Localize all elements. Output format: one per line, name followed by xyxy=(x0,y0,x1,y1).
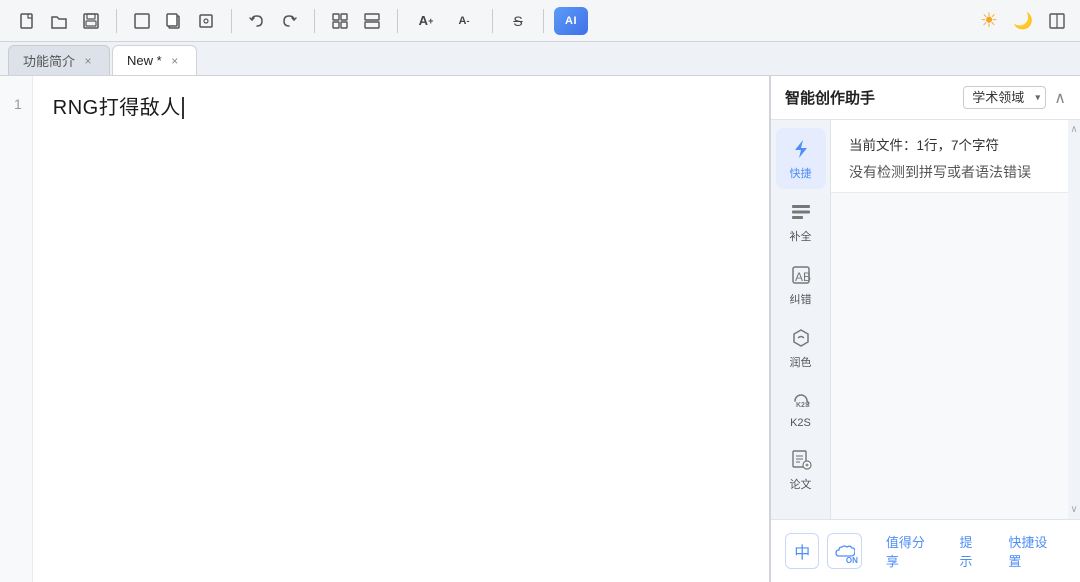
tab-intro-label: 功能简介 xyxy=(23,51,75,70)
layout-tools-group xyxy=(123,7,225,35)
tab-intro-close[interactable]: × xyxy=(81,54,95,68)
k2s-icon: K2S xyxy=(788,388,814,414)
scroll-up-arrow[interactable]: ∧ xyxy=(1070,120,1077,139)
sidebar-icon-paper-label: 论文 xyxy=(790,476,812,492)
grid-tools-group xyxy=(321,7,391,35)
divider-2 xyxy=(231,9,232,33)
divider-1 xyxy=(116,9,117,33)
divider-4 xyxy=(397,9,398,33)
crop-button[interactable] xyxy=(191,7,221,35)
side-icons-panel: 快捷 补全 xyxy=(771,120,831,519)
sidebar-icon-correct-label: 纠错 xyxy=(790,291,812,307)
font-decrease-button[interactable]: A- xyxy=(446,7,482,35)
grid2-button[interactable] xyxy=(357,7,387,35)
file-info-row: 当前文件：1行，7个字符 xyxy=(849,134,1062,154)
svg-text:AB: AB xyxy=(795,270,811,284)
sidebar-icon-complete-label: 补全 xyxy=(790,228,812,244)
tabs-bar: 功能简介 × New * × xyxy=(0,42,1080,76)
copy-button[interactable] xyxy=(159,7,189,35)
sidebar-title: 智能创作助手 xyxy=(785,87,963,108)
new-file-button[interactable] xyxy=(12,7,42,35)
resize-button[interactable] xyxy=(127,7,157,35)
complete-icon xyxy=(788,199,814,225)
lightning-icon xyxy=(788,136,814,162)
polish-icon xyxy=(788,325,814,351)
sidebar-icon-complete[interactable]: 补全 xyxy=(776,191,826,252)
file-info-value: 1行，7个字符 xyxy=(917,138,1000,153)
correct-icon: AB xyxy=(788,262,814,288)
theme-moon-button[interactable]: 🌙 xyxy=(1008,7,1038,35)
toolbar-right-group: ☀ 🌙 xyxy=(974,7,1072,35)
tab-new-close[interactable]: × xyxy=(168,54,182,68)
editor-line-1: RNG打得敌人 xyxy=(53,90,749,126)
line-numbers: 1 xyxy=(0,76,33,582)
undo-button[interactable] xyxy=(242,7,272,35)
sidebar-content: 当前文件：1行，7个字符 没有检测到拼写或者语法错误 xyxy=(831,120,1080,519)
theme-sun-button[interactable]: ☀ xyxy=(974,7,1004,35)
domain-select[interactable]: 学术领域 通用 商务 文学 xyxy=(963,86,1046,109)
save-file-button[interactable] xyxy=(76,7,106,35)
ai-button[interactable]: AI xyxy=(554,7,588,35)
tab-new-label: New * xyxy=(127,53,162,68)
sidebar-header: 智能创作助手 学术领域 通用 商务 文学 ∧ xyxy=(771,76,1080,120)
tip-link[interactable]: 提示 xyxy=(952,528,993,574)
editor-area: 1 RNG打得敌人 xyxy=(0,76,770,582)
divider-5 xyxy=(492,9,493,33)
tab-intro[interactable]: 功能简介 × xyxy=(8,45,110,75)
tab-new[interactable]: New * × xyxy=(112,45,197,75)
paper-icon xyxy=(788,447,814,473)
sidebar-icon-polish-label: 润色 xyxy=(790,354,812,370)
divider-3 xyxy=(314,9,315,33)
history-tools-group xyxy=(238,7,308,35)
sidebar-icon-polish[interactable]: 润色 xyxy=(776,317,826,378)
translate-icon: 中 xyxy=(794,539,810,563)
sidebar-collapse-button[interactable]: ∧ xyxy=(1054,88,1066,108)
text-tools-group: S xyxy=(499,7,537,35)
cloud-button[interactable]: ON xyxy=(827,533,861,569)
open-file-button[interactable] xyxy=(44,7,74,35)
text-cursor xyxy=(182,97,184,119)
layout-toggle-button[interactable] xyxy=(1042,7,1072,35)
sidebar-icon-quick-label: 快捷 xyxy=(790,165,812,181)
editor-text: RNG打得敌人 xyxy=(53,90,181,126)
sidebar-bottom: 中 ON 值得分享 提示 快捷设置 xyxy=(771,519,1080,582)
shortcut-settings-link[interactable]: 快捷设置 xyxy=(1000,528,1066,574)
line-number-1: 1 xyxy=(14,92,22,117)
sidebar-icon-k2s-label: K2S xyxy=(790,417,811,429)
sidebar-icon-quick[interactable]: 快捷 xyxy=(776,128,826,189)
font-increase-button[interactable]: A+ xyxy=(408,7,444,35)
grid1-button[interactable] xyxy=(325,7,355,35)
sidebar-right: 智能创作助手 学术领域 通用 商务 文学 ∧ xyxy=(770,76,1080,582)
no-error-text: 没有检测到拼写或者语法错误 xyxy=(849,162,1062,182)
sidebar-icon-paper[interactable]: 论文 xyxy=(776,439,826,500)
file-tools-group xyxy=(8,7,110,35)
ai-tools-group: AI xyxy=(550,7,592,35)
toolbar: A+ A- S AI ☀ 🌙 xyxy=(0,0,1080,42)
translate-button[interactable]: 中 xyxy=(785,533,819,569)
scroll-down-arrow[interactable]: ∨ xyxy=(1070,500,1077,519)
redo-button[interactable] xyxy=(274,7,304,35)
feedback-link[interactable]: 值得分享 xyxy=(878,528,944,574)
divider-6 xyxy=(543,9,544,33)
font-tools-group: A+ A- xyxy=(404,7,486,35)
domain-select-wrapper: 学术领域 通用 商务 文学 xyxy=(963,86,1046,109)
editor-content[interactable]: RNG打得敌人 xyxy=(33,76,769,582)
sidebar-icon-k2s[interactable]: K2S K2S xyxy=(776,380,826,437)
sidebar-info-section: 当前文件：1行，7个字符 没有检测到拼写或者语法错误 xyxy=(831,120,1080,193)
sidebar-icon-correct[interactable]: AB 纠错 xyxy=(776,254,826,315)
svg-text:K2S: K2S xyxy=(796,402,810,409)
sidebar-inner: 快捷 补全 xyxy=(771,120,1080,519)
main-area: 1 RNG打得敌人 智能创作助手 学术领域 通用 商务 文学 ∧ xyxy=(0,76,1080,582)
strikethrough-button[interactable]: S xyxy=(503,7,533,35)
file-info-label: 当前文件： xyxy=(849,138,917,153)
